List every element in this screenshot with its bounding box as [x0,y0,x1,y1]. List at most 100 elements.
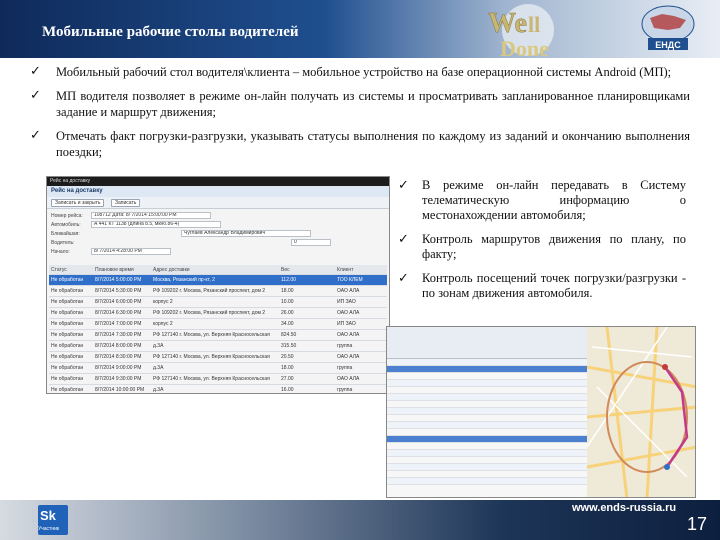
grid-row[interactable] [387,408,587,415]
check-icon: ✓ [398,232,409,247]
cell-weight: 20.50 [281,354,294,360]
grid-row[interactable] [387,464,587,471]
grid-row[interactable] [387,387,587,394]
bullet-item: ✓ В режиме он-лайн передавать в Систему … [398,178,686,223]
grid-row[interactable] [387,401,587,408]
column-header[interactable]: Адрес доставки [151,267,279,273]
bullet-text: Контроль маршрутов движения по плану, по… [422,232,686,261]
table-row[interactable]: Не обработан 8/7/2014 8:30:00 PM РФ 127140… [49,352,387,363]
trip-form: Номер рейса: 108712 Дата: 8/ 7/2014 15:0… [47,209,389,258]
column-header[interactable]: Плановое время [93,267,151,273]
column-header[interactable]: Клиент [335,267,387,273]
cell-client: ИП ЗАО [337,299,356,305]
cell-time: 8/7/2014 9:30:00 PM [95,376,142,382]
bullet-text: Отмечать факт погрузки-разгрузки, указыв… [56,129,690,159]
start-time-field[interactable]: 8/ 7/2014 4:28:00 PM [91,248,171,255]
page-number: 17 [687,514,708,534]
cell-time: 8/7/2014 7:00:00 PM [95,321,142,327]
trip-number-field[interactable]: 108712 Дата: 8/ 7/2014 15:00:00 PM [91,212,211,219]
grid-row[interactable] [387,478,587,485]
grid-row[interactable] [387,422,587,429]
table-row[interactable]: Не обработан 8/7/2014 5:30:00 PM РФ 109202… [49,286,387,297]
app-window-title: Рейс на доставку [47,186,389,197]
cell-client: группа [337,387,353,393]
check-icon: ✓ [30,128,41,143]
cell-time: 8/7/2014 5:00:00 PM [95,277,142,283]
driver-app-screenshot: Рейс на доставку Рейс на доставку Записа… [46,176,390,394]
cell-client: группа [337,343,353,349]
cell-address: РФ 127140 г. Москва, ул. Верхняя Краснос… [153,332,270,338]
bullet-text: Мобильный рабочий стол водителя\клиента … [56,65,672,79]
table-row[interactable]: Не обработан 8/7/2014 7:00:00 PM корпус 2 3… [49,319,387,330]
bullet-text: МП водителя позволяет в режиме он-лайн п… [56,89,690,119]
cell-weight: 112.00 [281,277,296,283]
save-button[interactable]: Записать [111,199,141,207]
grid-row[interactable] [387,380,587,387]
bullet-item: ✓ Отмечать факт погрузки-разгрузки, указ… [30,128,690,160]
cell-status: Не обработан [51,376,84,382]
app-toolbar: Записать и закрыть Записать [47,197,389,209]
grid-row[interactable] [387,373,587,380]
cell-client: группа [337,365,353,371]
route-grid [387,359,587,497]
table-row[interactable]: Не обработан 8/7/2014 10:00:00 PM д.3А 16.0… [49,385,387,393]
grid-row[interactable] [387,457,587,464]
ends-emblem: ЕНДС [641,5,695,50]
field-label: Ближайшая: [51,230,80,237]
grid-row-selected[interactable] [387,366,587,373]
cell-client: ОАО АЛА [337,288,360,294]
cell-status: Не обработан [51,310,84,316]
route-map-screenshot [386,326,696,498]
cell-address: РФ 109202 г. Москва, Рязанский проспект,… [153,288,266,294]
cell-status: Не обработан [51,321,84,327]
driver-field[interactable]: Чуглаев Александр Владимирович [181,230,311,237]
count-field[interactable]: 0 [291,239,331,246]
grid-row[interactable] [387,394,587,401]
grid-row[interactable] [387,415,587,422]
cell-weight: 824.50 [281,332,297,338]
ends-badge-text: ЕНДС [655,40,681,50]
vehicle-field[interactable]: А 441 КТ 1138 (длина 8.5, мкнб.86-4) [91,221,221,228]
table-row[interactable]: Не обработан 8/7/2014 9:30:00 PM РФ 127140… [49,374,387,385]
field-label: Водитель: [51,239,75,246]
cell-time: 8/7/2014 7:30:00 PM [95,332,142,338]
app-status-bar: Рейс на доставку [47,177,389,186]
table-row-selected[interactable]: Не обработан 8/7/2014 5:00:00 PM Москва, Р… [49,275,387,286]
column-header[interactable]: Вес [279,267,335,273]
form-row: Автомобиль: А 441 КТ 1138 (длина 8.5, мк… [51,220,385,229]
grid-row[interactable] [387,429,587,436]
cell-time: 8/7/2014 6:00:00 PM [95,299,142,305]
column-header[interactable]: Статус [49,267,93,273]
bullet-list: ✓ Мобильный рабочий стол водителя\клиент… [30,64,690,168]
form-row: Начало: 8/ 7/2014 4:28:00 PM [51,247,385,256]
cell-client: ОАО АЛА [337,332,360,338]
save-close-button[interactable]: Записать и закрыть [51,199,105,207]
grid-row[interactable] [387,450,587,457]
table-row[interactable]: Не обработан 8/7/2014 6:30:00 PM РФ 109202… [49,308,387,319]
grid-row[interactable] [387,443,587,450]
check-icon: ✓ [398,271,409,286]
table-row[interactable]: Не обработан 8/7/2014 6:00:00 PM корпус 2 1… [49,297,387,308]
cell-address: корпус 2 [153,299,173,305]
website-url[interactable]: www.ends-russia.ru [572,502,676,514]
grid-row[interactable] [387,471,587,478]
cell-weight: 34.00 [281,321,294,327]
bullet-item: ✓ МП водителя позволяет в режиме он-лайн… [30,88,690,120]
bullet-text: Контроль посещений точек погрузки/разгру… [422,271,686,300]
cell-client: ТОО КЛЕМ [337,277,363,283]
table-row[interactable]: Не обработан 8/7/2014 7:30:00 PM РФ 127140… [49,330,387,341]
check-icon: ✓ [30,88,41,103]
cell-time: 8/7/2014 6:30:00 PM [95,310,142,316]
table-row[interactable]: Не обработан 8/7/2014 9:00:00 PM д.3А 18.00… [49,363,387,374]
cell-weight: 26.00 [281,310,294,316]
table-body: Не обработан 8/7/2014 5:00:00 PM Москва, Р… [49,275,387,393]
right-bullet-list: ✓ В режиме он-лайн передавать в Систему … [398,178,686,310]
table-row[interactable]: Не обработан 8/7/2014 8:00:00 PM д.3А 315.5… [49,341,387,352]
cell-status: Не обработан [51,343,84,349]
cell-client: ИП ЗАО [337,321,356,327]
cell-weight: 27.00 [281,376,294,382]
grid-row-selected[interactable] [387,436,587,443]
route-map[interactable] [587,327,696,498]
grid-row[interactable] [387,359,587,366]
skolkovo-logo-text: Sk [40,508,56,523]
